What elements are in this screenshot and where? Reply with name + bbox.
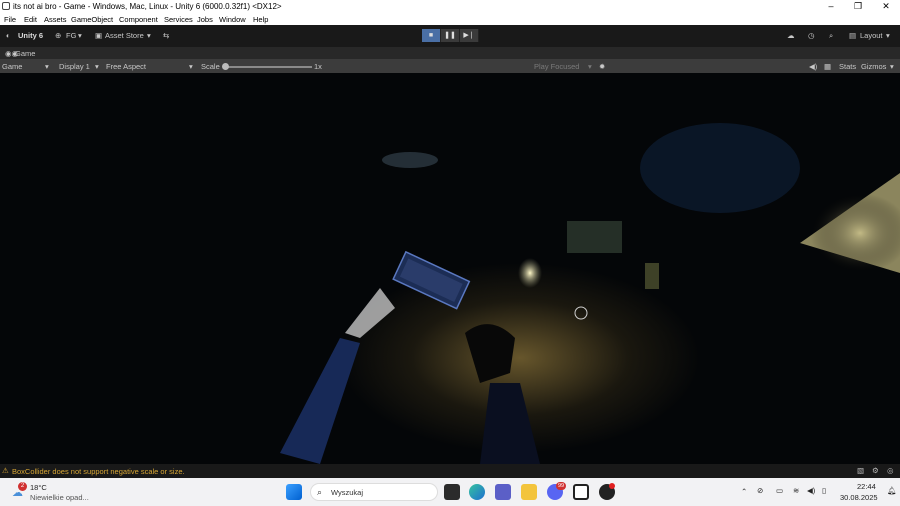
menu-services[interactable]: Services bbox=[164, 15, 193, 24]
bottle-object bbox=[645, 263, 659, 289]
glowing-mug bbox=[518, 258, 542, 288]
volume-icon[interactable]: ◀) bbox=[807, 486, 815, 495]
menu-window[interactable]: Window bbox=[219, 15, 246, 24]
warning-icon: ⚠ bbox=[2, 466, 9, 475]
tab-bar: ◉◉ Game bbox=[0, 47, 900, 59]
close-button[interactable]: ✕ bbox=[873, 0, 899, 13]
play-controls: ■ ❚❚ ▶❘ bbox=[422, 29, 479, 42]
asset-store-button[interactable]: Asset Store bbox=[105, 31, 144, 40]
doorway-glow bbox=[810, 193, 900, 273]
game-scene bbox=[280, 123, 900, 464]
mute-audio-icon[interactable]: ◀) bbox=[809, 62, 817, 71]
player-right-arm bbox=[480, 383, 540, 464]
menu-assets[interactable]: Assets bbox=[44, 15, 67, 24]
tab-game[interactable]: Game bbox=[15, 49, 35, 58]
gizmos-button[interactable]: Gizmos bbox=[861, 62, 886, 71]
play-stop-button[interactable]: ■ bbox=[422, 29, 441, 42]
menu-gameobject[interactable]: GameObject bbox=[71, 15, 113, 24]
view-mode-dropdown[interactable]: Game bbox=[2, 62, 22, 71]
unity-alert-dot bbox=[609, 483, 615, 489]
search-placeholder: Wyszukaj bbox=[331, 488, 364, 497]
debug-icon[interactable]: ⚙ bbox=[872, 466, 879, 475]
weather-desc[interactable]: Niewielkie opad... bbox=[30, 493, 89, 502]
monitor-object bbox=[567, 221, 622, 253]
weather-temp[interactable]: 18°C bbox=[30, 483, 47, 492]
scale-slider[interactable] bbox=[225, 66, 312, 68]
title-bar: its not ai bro - Game - Windows, Mac, Li… bbox=[0, 0, 900, 13]
windows-start-icon[interactable] bbox=[286, 484, 302, 500]
menu-help[interactable]: Help bbox=[253, 15, 268, 24]
layout-dropdown[interactable]: Layout bbox=[860, 31, 883, 40]
player-left-hand bbox=[345, 288, 395, 338]
edge-icon[interactable] bbox=[469, 484, 485, 500]
chevron-down-icon: ▾ bbox=[886, 31, 890, 40]
chevron-down-icon: ▾ bbox=[45, 62, 49, 71]
discord-badge: 99 bbox=[556, 482, 566, 490]
scale-label: Scale bbox=[201, 62, 220, 71]
menu-file[interactable]: File bbox=[4, 15, 16, 24]
chevron-down-icon: ▾ bbox=[588, 62, 592, 71]
scale-value: 1x bbox=[314, 62, 322, 71]
weather-badge: 2 bbox=[18, 482, 27, 491]
version-control-icon[interactable]: ⇆ bbox=[163, 31, 169, 40]
menu-edit[interactable]: Edit bbox=[24, 15, 37, 24]
minimize-button[interactable]: – bbox=[818, 0, 844, 13]
player-left-arm bbox=[280, 338, 360, 464]
maximize-button[interactable]: ❐ bbox=[845, 0, 871, 13]
stats-button[interactable]: Stats bbox=[839, 62, 856, 71]
unity-app-icon bbox=[2, 2, 10, 10]
battery-icon[interactable]: ▯ bbox=[822, 486, 826, 495]
user-icon: ⊕ bbox=[55, 31, 62, 40]
menu-jobs[interactable]: Jobs bbox=[197, 15, 213, 24]
file-explorer-icon[interactable] bbox=[521, 484, 537, 500]
teams-icon[interactable] bbox=[495, 484, 511, 500]
unity-logo-icon: ◐ bbox=[6, 31, 11, 40]
player-right-hand bbox=[465, 324, 515, 383]
wifi-icon[interactable]: ≋ bbox=[793, 486, 799, 495]
chevron-down-icon: ▾ bbox=[890, 62, 894, 71]
notification-bell-icon[interactable]: 🔔︎ bbox=[887, 486, 897, 495]
search-icon[interactable]: ⌕ bbox=[829, 31, 833, 41]
history-icon[interactable]: ◷ bbox=[808, 31, 815, 40]
display-dropdown[interactable]: Display 1 bbox=[59, 62, 90, 71]
window-title: its not ai bro - Game - Windows, Mac, Li… bbox=[13, 2, 282, 11]
search-icon: ⌕ bbox=[317, 487, 323, 497]
progress-icon[interactable]: ▧ bbox=[857, 466, 864, 475]
shortcuts-icon[interactable]: ▦ bbox=[824, 62, 831, 71]
chevron-down-icon: ▾ bbox=[189, 62, 193, 71]
ceiling-light bbox=[382, 152, 438, 168]
console-status-bar[interactable]: ⚠ BoxCollider does not support negative … bbox=[0, 464, 900, 478]
game-view-toolbar: Game ▾ Display 1 ▾ Free Aspect ▾ Scale 1… bbox=[0, 59, 900, 73]
play-focused-dropdown[interactable]: Play Focused bbox=[534, 62, 579, 71]
pause-button[interactable]: ❚❚ bbox=[441, 29, 460, 42]
chevron-down-icon: ▾ bbox=[95, 62, 99, 71]
wall-shadow bbox=[640, 123, 800, 213]
user-dropdown[interactable]: FG bbox=[66, 31, 76, 40]
bug-icon[interactable]: ✹ bbox=[599, 62, 605, 71]
keyboard bbox=[392, 250, 471, 310]
cloud-icon[interactable]: ☁ bbox=[787, 31, 795, 40]
crosshair bbox=[574, 306, 588, 320]
menu-bar: File Edit Assets GameObject Component Se… bbox=[0, 13, 900, 25]
asset-store-icon: ▣ bbox=[95, 31, 103, 40]
clock-time[interactable]: 22:44 bbox=[857, 482, 876, 491]
taskbar-search[interactable]: ⌕ Wyszukaj bbox=[310, 483, 438, 501]
network-off-icon[interactable]: ⊘ bbox=[757, 486, 763, 495]
task-view-icon[interactable] bbox=[444, 484, 460, 500]
console-message[interactable]: BoxCollider does not support negative sc… bbox=[12, 467, 185, 476]
menu-component[interactable]: Component bbox=[119, 15, 158, 24]
account-button[interactable]: Unity 6 bbox=[18, 31, 43, 40]
display-icon[interactable]: ▭ bbox=[776, 486, 783, 495]
scale-slider-handle[interactable] bbox=[222, 63, 229, 70]
layout-icon: ▤ bbox=[849, 31, 857, 40]
chevron-up-icon[interactable]: ⌃ bbox=[741, 487, 747, 496]
chevron-down-icon: ▾ bbox=[147, 31, 151, 40]
clock-date[interactable]: 30.08.2025 bbox=[840, 493, 878, 502]
collab-icon[interactable]: ◎ bbox=[887, 466, 894, 475]
aspect-dropdown[interactable]: Free Aspect bbox=[106, 62, 146, 71]
step-button[interactable]: ▶❘ bbox=[460, 29, 479, 42]
chevron-down-icon: ▾ bbox=[78, 31, 82, 40]
unity-hub-icon[interactable] bbox=[573, 484, 589, 500]
game-viewport[interactable] bbox=[0, 73, 900, 464]
